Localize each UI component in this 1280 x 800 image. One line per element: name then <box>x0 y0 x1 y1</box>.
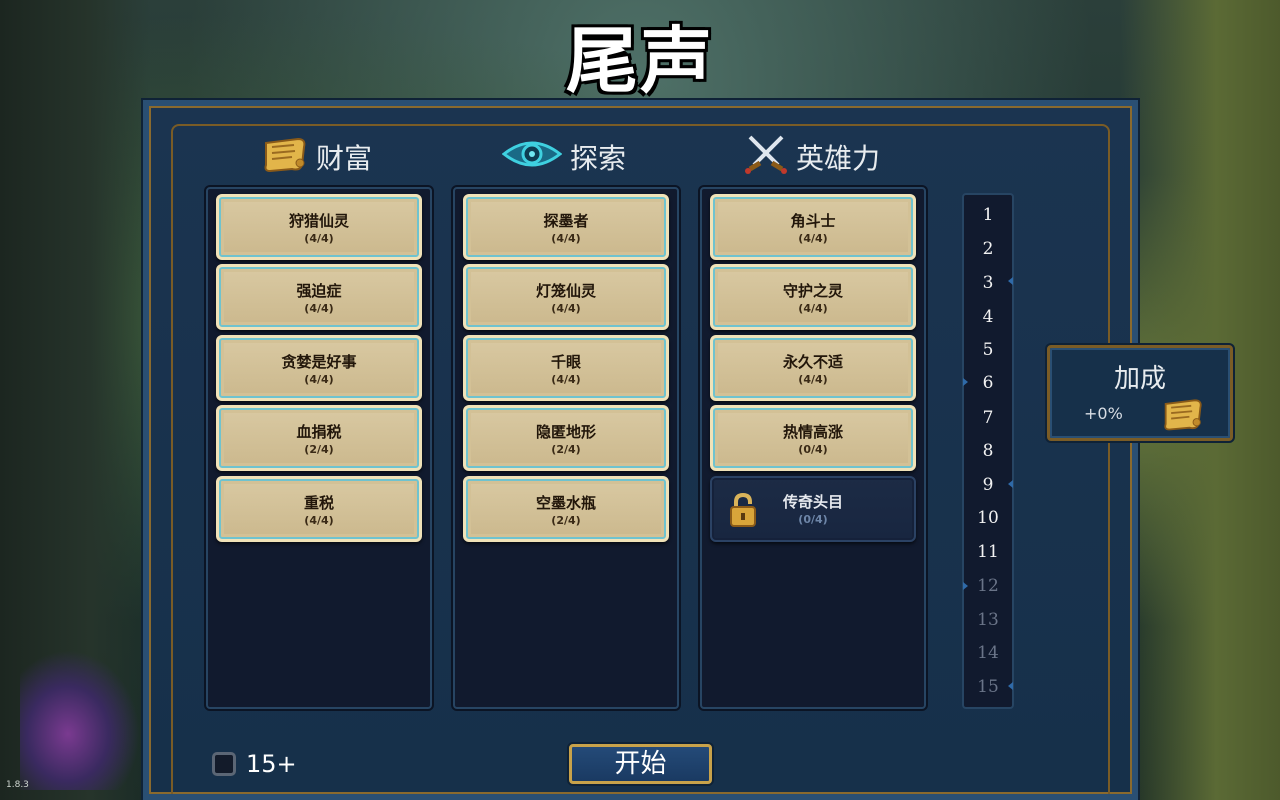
level-5[interactable]: 5 <box>964 340 1012 360</box>
column-title: 探索 <box>570 142 627 175</box>
checkbox[interactable] <box>212 752 236 776</box>
column-title: 财富 <box>316 142 373 175</box>
start-button[interactable]: 开始 <box>569 744 712 784</box>
level-6[interactable]: 6 <box>964 373 1012 393</box>
level-selector: 1 2 3 4 5 6 7 8 9 10 11 12 13 14 15 <box>962 193 1014 709</box>
level-3[interactable]: 3 <box>964 273 1012 293</box>
level-15-plus-toggle[interactable]: 15+ <box>212 750 297 778</box>
card-wealth-2[interactable]: 强迫症 (4/4) <box>216 264 422 330</box>
column-title: 英雄力 <box>796 142 881 175</box>
checkbox-label: 15+ <box>246 750 297 778</box>
level-1[interactable]: 1 <box>964 205 1012 225</box>
card-wealth-5[interactable]: 重税 (4/4) <box>216 476 422 542</box>
level-2[interactable]: 2 <box>964 239 1012 259</box>
card-wealth-4[interactable]: 血捐税 (2/4) <box>216 405 422 471</box>
card-wealth-3[interactable]: 贪婪是好事 (4/4) <box>216 335 422 401</box>
level-10[interactable]: 10 <box>964 508 1012 528</box>
level-15: 15 <box>977 677 999 697</box>
version-label: 1.8.3 <box>6 780 29 790</box>
card-wealth-1[interactable]: 狩猎仙灵 (4/4) <box>216 194 422 260</box>
level-9[interactable]: 9 <box>964 475 1012 495</box>
level-tick <box>1008 480 1013 488</box>
card-heroism-1[interactable]: 角斗士 (4/4) <box>710 194 916 260</box>
level-13: 13 <box>977 610 999 630</box>
level-14: 14 <box>977 643 999 663</box>
bonus-value: +0% <box>1084 404 1123 423</box>
level-8[interactable]: 8 <box>964 441 1012 461</box>
lock-icon <box>729 492 757 532</box>
scroll-icon <box>1162 396 1204 436</box>
column-header-heroism: 英雄力 <box>744 135 881 177</box>
card-exploration-5[interactable]: 空墨水瓶 (2/4) <box>463 476 669 542</box>
card-exploration-3[interactable]: 千眼 (4/4) <box>463 335 669 401</box>
level-tick <box>1008 277 1013 285</box>
card-heroism-2[interactable]: 守护之灵 (4/4) <box>710 264 916 330</box>
bonus-panel: 加成 +0% <box>1047 345 1233 441</box>
card-exploration-4[interactable]: 隐匿地形 (2/4) <box>463 405 669 471</box>
scroll-icon <box>262 135 308 180</box>
eye-icon <box>501 138 563 177</box>
column-header-exploration: 探索 <box>501 137 627 177</box>
card-exploration-1[interactable]: 探墨者 (4/4) <box>463 194 669 260</box>
level-tick <box>1008 682 1013 690</box>
level-11[interactable]: 11 <box>964 542 1012 562</box>
bonus-title: 加成 <box>1113 364 1166 394</box>
crossed-swords-icon <box>744 133 788 182</box>
level-7[interactable]: 7 <box>964 408 1012 428</box>
level-4[interactable]: 4 <box>964 307 1012 327</box>
level-tick <box>963 378 968 386</box>
level-12: 12 <box>977 576 999 596</box>
flower-decoration <box>20 650 140 790</box>
page-title: 尾声 <box>565 18 714 103</box>
column-header-wealth: 财富 <box>262 137 372 177</box>
card-heroism-5-locked[interactable]: 传奇头目 (0/4) <box>710 476 916 542</box>
card-exploration-2[interactable]: 灯笼仙灵 (4/4) <box>463 264 669 330</box>
card-heroism-3[interactable]: 永久不适 (4/4) <box>710 335 916 401</box>
level-tick <box>963 582 968 590</box>
card-heroism-4[interactable]: 热情高涨 (0/4) <box>710 405 916 471</box>
